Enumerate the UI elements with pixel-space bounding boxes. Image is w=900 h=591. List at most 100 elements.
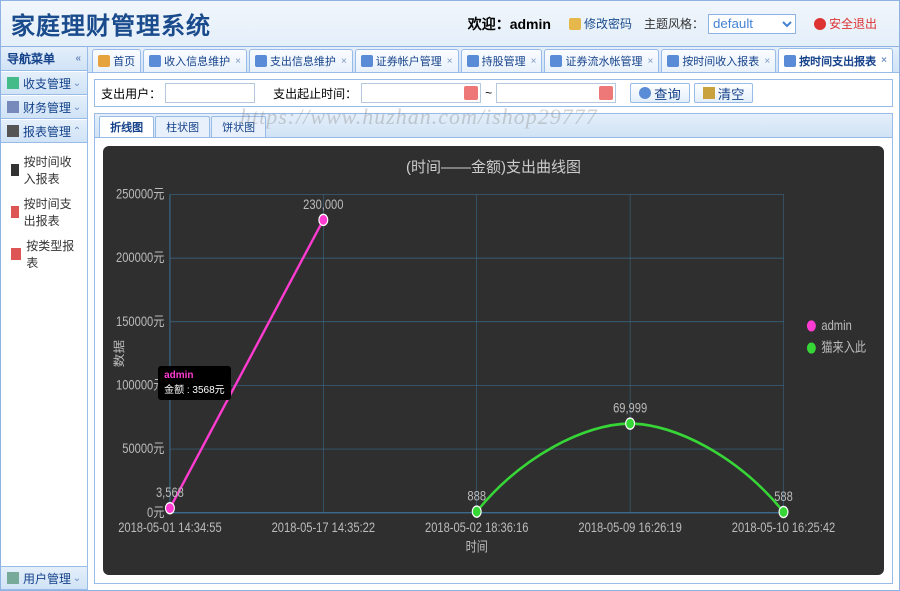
page-icon — [550, 55, 562, 67]
chart-tab-0[interactable]: 折线图 — [99, 116, 154, 137]
power-icon — [814, 18, 826, 30]
calendar-icon[interactable] — [599, 86, 613, 100]
tab-0[interactable]: 首页 — [92, 49, 141, 72]
sidebar: 导航菜单 « 收支管理 ⌄ 财务管理 ⌄ 报表管理 ⌃ 按时间收入报表 按时间支… — [1, 47, 88, 590]
date-label: 支出起止时间： — [273, 85, 357, 102]
page-icon — [467, 55, 479, 67]
home-icon — [98, 55, 110, 67]
tab-label: 证券流水帐管理 — [565, 53, 642, 69]
chart-tooltip: admin 金额 : 3568元 — [158, 366, 231, 400]
chart-tab-2[interactable]: 饼状图 — [211, 116, 266, 137]
tab-6[interactable]: 按时间收入报表 × — [661, 49, 776, 72]
chart-icon — [11, 164, 19, 176]
svg-text:200000元: 200000元 — [116, 250, 165, 265]
search-icon — [639, 87, 651, 99]
tab-label: 首页 — [113, 53, 135, 69]
svg-text:admin: admin — [822, 318, 852, 333]
page-icon — [784, 55, 796, 67]
calendar-icon[interactable] — [464, 86, 478, 100]
page-icon — [667, 55, 679, 67]
svg-text:0元: 0元 — [147, 505, 165, 520]
tab-bar: 首页收入信息维护×支出信息维护×证券帐户管理×持股管理×证券流水帐管理×按时间收… — [88, 47, 899, 73]
svg-text:69,999: 69,999 — [613, 400, 647, 415]
sidebar-group-finance[interactable]: 财务管理 ⌄ — [1, 95, 87, 119]
search-button[interactable]: 查询 — [630, 83, 690, 103]
sidebar-group-users[interactable]: 用户管理 ⌄ — [1, 566, 87, 590]
chart-tab-bar: 折线图柱状图饼状图 — [95, 114, 892, 138]
close-icon[interactable]: × — [531, 56, 537, 67]
svg-text:猫来入此: 猫来入此 — [822, 340, 867, 355]
svg-text:时间: 时间 — [466, 539, 488, 554]
sidebar-item-by-type[interactable]: 按类型报表 — [1, 233, 87, 275]
finance-icon — [7, 101, 19, 113]
chevron-down-icon: ⌄ — [73, 102, 81, 113]
tab-3[interactable]: 证券帐户管理 × — [355, 49, 459, 72]
svg-text:2018-05-01 14:34:55: 2018-05-01 14:34:55 — [118, 520, 221, 535]
user-label: 支出用户： — [101, 85, 161, 102]
change-password-link[interactable]: 修改密码 — [569, 15, 632, 32]
sidebar-item-label: 按时间支出报表 — [24, 195, 77, 229]
close-icon[interactable]: × — [447, 56, 453, 67]
line-chart: (时间——金额)支出曲线图 0元50000元100000元150000元2000… — [103, 146, 884, 575]
broom-icon — [703, 87, 715, 99]
sidebar-item-expense-by-time[interactable]: 按时间支出报表 — [1, 191, 87, 233]
tab-label: 按时间支出报表 — [799, 53, 876, 69]
date-to-input[interactable] — [496, 83, 616, 103]
close-icon[interactable]: × — [647, 56, 653, 67]
tab-label: 按时间收入报表 — [682, 53, 759, 69]
page-icon — [149, 55, 161, 67]
users-icon — [7, 572, 19, 584]
svg-text:2018-05-02 18:36:16: 2018-05-02 18:36:16 — [425, 520, 528, 535]
tab-label: 支出信息维护 — [270, 53, 336, 69]
svg-text:50000元: 50000元 — [122, 441, 165, 456]
theme-select[interactable]: default — [708, 14, 796, 34]
tab-label: 收入信息维护 — [164, 53, 230, 69]
close-icon[interactable]: × — [881, 55, 887, 66]
svg-text:888: 888 — [468, 488, 487, 503]
filter-bar: 支出用户： 支出起止时间： ~ 查询 清空 — [94, 79, 893, 107]
lock-icon — [569, 18, 581, 30]
page-icon — [361, 55, 373, 67]
svg-text:数据: 数据 — [113, 339, 125, 367]
sidebar-item-label: 按时间收入报表 — [24, 153, 77, 187]
user-input[interactable] — [165, 83, 255, 103]
svg-text:2018-05-09 16:26:19: 2018-05-09 16:26:19 — [578, 520, 681, 535]
money-icon — [7, 77, 19, 89]
svg-text:3,568: 3,568 — [156, 485, 184, 500]
close-icon[interactable]: × — [235, 56, 241, 67]
app-logo: 家庭理财管理系统 — [11, 6, 211, 41]
tab-label: 持股管理 — [482, 53, 526, 69]
svg-text:230,000: 230,000 — [303, 197, 343, 212]
svg-text:588: 588 — [774, 489, 793, 504]
chart-tab-1[interactable]: 柱状图 — [155, 116, 210, 137]
org-icon — [11, 206, 19, 218]
sidebar-header: 导航菜单 « — [1, 47, 87, 71]
date-from-input[interactable] — [361, 83, 481, 103]
chevron-down-icon: ⌄ — [73, 573, 81, 584]
svg-text:2018-05-10 16:25:42: 2018-05-10 16:25:42 — [732, 520, 835, 535]
svg-text:250000元: 250000元 — [116, 186, 165, 201]
collapse-icon[interactable]: « — [76, 53, 82, 64]
welcome-text: 欢迎：admin — [468, 14, 551, 34]
sidebar-group-income-expense[interactable]: 收支管理 ⌄ — [1, 71, 87, 95]
svg-text:2018-05-17 14:35:22: 2018-05-17 14:35:22 — [272, 520, 375, 535]
sidebar-item-label: 按类型报表 — [26, 237, 77, 271]
chart-title: (时间——金额)支出曲线图 — [103, 156, 884, 177]
tab-2[interactable]: 支出信息维护 × — [249, 49, 353, 72]
sidebar-item-income-by-time[interactable]: 按时间收入报表 — [1, 149, 87, 191]
tab-4[interactable]: 持股管理 × — [461, 49, 543, 72]
report-icon — [7, 125, 19, 137]
sidebar-group-reports[interactable]: 报表管理 ⌃ — [1, 119, 87, 143]
close-icon[interactable]: × — [764, 56, 770, 67]
tab-1[interactable]: 收入信息维护 × — [143, 49, 247, 72]
date-separator: ~ — [485, 86, 492, 100]
logout-link[interactable]: 安全退出 — [814, 15, 877, 32]
theme-label: 主题风格： — [644, 15, 704, 32]
close-icon[interactable]: × — [341, 56, 347, 67]
clear-button[interactable]: 清空 — [694, 83, 754, 103]
page-icon — [255, 55, 267, 67]
chevron-up-icon: ⌃ — [73, 126, 81, 137]
tab-7[interactable]: 按时间支出报表 × — [778, 48, 893, 72]
tab-label: 证券帐户管理 — [376, 53, 442, 69]
tab-5[interactable]: 证券流水帐管理 × — [544, 49, 659, 72]
